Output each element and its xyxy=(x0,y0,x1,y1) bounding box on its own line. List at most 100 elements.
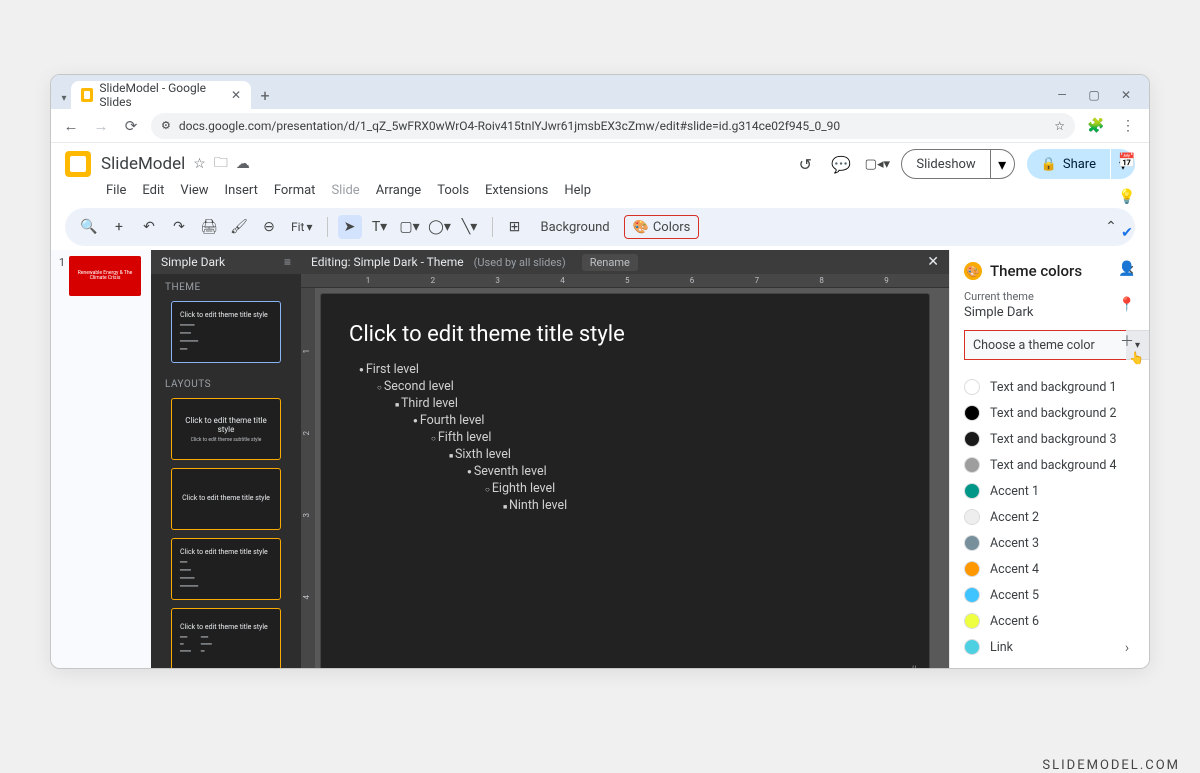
share-button[interactable]: 🔒 Share xyxy=(1027,149,1110,179)
layout-thumb[interactable]: Click to edit theme title style ━━━━━━━━… xyxy=(171,538,281,600)
menu-bar: File Edit View Insert Format Slide Arran… xyxy=(51,181,1149,204)
cloud-status-icon[interactable]: ☁ xyxy=(236,156,250,172)
minimize-icon[interactable]: ― xyxy=(1053,88,1071,102)
keep-icon[interactable]: 💡 xyxy=(1117,187,1137,207)
new-slide-icon[interactable]: + xyxy=(107,215,131,239)
tab-close-icon[interactable]: ✕ xyxy=(231,88,241,102)
add-addon-icon[interactable]: ＋ xyxy=(1117,331,1137,351)
slide-number-placeholder[interactable]: # xyxy=(910,663,917,669)
color-swatch xyxy=(964,535,980,551)
color-swatch xyxy=(964,405,980,421)
hide-side-panel-icon[interactable]: › xyxy=(1117,638,1137,658)
browser-tabstrip: ▾ SlideModel - Google Slides ✕ + ― ▢ ✕ xyxy=(51,75,1149,109)
theme-panel-header: Simple Dark ≡ xyxy=(151,250,301,274)
forward-icon[interactable]: → xyxy=(91,117,111,135)
paint-format-icon[interactable]: 🖌 xyxy=(227,215,251,239)
omnibox[interactable]: ⚙ docs.google.com/presentation/d/1_qZ_5w… xyxy=(151,113,1075,139)
contacts-icon[interactable]: 👤 xyxy=(1117,259,1137,279)
document-title[interactable]: SlideModel xyxy=(101,154,185,174)
color-swatch xyxy=(964,457,980,473)
theme-editor: Editing: Simple Dark - Theme (Used by al… xyxy=(301,250,949,669)
layout-thumb[interactable]: Click to edit theme title style ━━━━━━━━… xyxy=(171,608,281,669)
master-thumb[interactable]: Click to edit theme title style ━━━━━━━━… xyxy=(171,301,281,363)
menu-edit[interactable]: Edit xyxy=(135,181,171,200)
search-menus-icon[interactable]: 🔍 xyxy=(77,215,101,239)
menu-insert[interactable]: Insert xyxy=(218,181,265,200)
toolbar: 🔍 + ↶ ↷ 🖨 🖌 ⊖ Fit ▾ ➤ T▾ ▢▾ ◯▾ ╲▾ ⊞ Back… xyxy=(65,208,1135,246)
colors-button[interactable]: 🎨 Colors xyxy=(624,215,700,239)
close-window-icon[interactable]: ✕ xyxy=(1117,88,1135,102)
theme-panel-menu-icon[interactable]: ≡ xyxy=(284,255,291,269)
undo-icon[interactable]: ↶ xyxy=(137,215,161,239)
image-tool-icon[interactable]: ▢▾ xyxy=(398,215,422,239)
editor-header: Editing: Simple Dark - Theme (Used by al… xyxy=(301,250,949,274)
layout-thumb[interactable]: Click to edit theme title style xyxy=(171,468,281,530)
tab-search-icon[interactable]: ▾ xyxy=(57,87,71,109)
canvas-title[interactable]: Click to edit theme title style xyxy=(349,322,901,347)
maximize-icon[interactable]: ▢ xyxy=(1085,88,1103,102)
maps-icon[interactable]: 📍 xyxy=(1117,295,1137,315)
zoom-dropdown[interactable]: Fit ▾ xyxy=(287,215,317,239)
new-tab-button[interactable]: + xyxy=(251,81,279,109)
site-settings-icon[interactable]: ⚙ xyxy=(161,119,171,132)
menu-arrange[interactable]: Arrange xyxy=(369,181,428,200)
textbox-tool-icon[interactable]: T▾ xyxy=(368,215,392,239)
shape-tool-icon[interactable]: ◯▾ xyxy=(428,215,452,239)
canvas-body-levels[interactable]: First level Second level Third level Fou… xyxy=(349,361,901,514)
calendar-icon[interactable]: 📅 xyxy=(1117,151,1137,171)
print-icon[interactable]: 🖨 xyxy=(197,215,221,239)
background-button[interactable]: Background xyxy=(533,215,618,239)
watermark: SLIDEMODEL.COM xyxy=(1042,758,1180,773)
lock-icon: 🔒 xyxy=(1041,157,1057,172)
zoom-out-icon[interactable]: ⊖ xyxy=(257,215,281,239)
separator xyxy=(492,217,493,237)
meet-icon[interactable]: ▢◂▾ xyxy=(865,152,889,176)
theme-builder-panel: Simple Dark ≡ THEME Click to edit theme … xyxy=(151,250,301,669)
slideshow-button[interactable]: Slideshow xyxy=(901,149,990,179)
close-editor-icon[interactable]: ✕ xyxy=(927,254,939,270)
horizontal-ruler[interactable]: 123456789 xyxy=(301,274,949,288)
history-icon[interactable]: ↺ xyxy=(793,152,817,176)
browser-window: ▾ SlideModel - Google Slides ✕ + ― ▢ ✕ ←… xyxy=(50,74,1150,669)
menu-extensions[interactable]: Extensions xyxy=(478,181,555,200)
layout-thumb[interactable]: Click to edit theme title style Click to… xyxy=(171,398,281,460)
slideshow-options-button[interactable]: ▾ xyxy=(991,149,1015,179)
select-tool-icon[interactable]: ➤ xyxy=(338,215,362,239)
reload-icon[interactable]: ⟳ xyxy=(121,117,141,135)
menu-tools[interactable]: Tools xyxy=(430,181,476,200)
url-text: docs.google.com/presentation/d/1_qZ_5wFR… xyxy=(179,119,1046,133)
browser-menu-icon[interactable]: ⋮ xyxy=(1117,118,1139,134)
separator xyxy=(327,217,328,237)
bookmark-star-icon[interactable]: ☆ xyxy=(1054,119,1065,133)
window-controls: ― ▢ ✕ xyxy=(1053,81,1143,109)
menu-view[interactable]: View xyxy=(173,181,215,200)
move-icon[interactable]: 🗀 xyxy=(214,152,228,176)
vertical-ruler[interactable]: 12345 xyxy=(301,288,315,669)
color-swatch xyxy=(964,431,980,447)
panel-title: Theme colors xyxy=(990,262,1082,280)
slides-logo-icon[interactable] xyxy=(65,151,91,177)
color-swatch xyxy=(964,509,980,525)
menu-file[interactable]: File xyxy=(99,181,133,200)
menu-format[interactable]: Format xyxy=(267,181,323,200)
back-icon[interactable]: ← xyxy=(61,117,81,135)
theme-section-label: THEME xyxy=(151,274,301,297)
rename-button[interactable]: Rename xyxy=(582,254,638,271)
star-icon[interactable]: ☆ xyxy=(193,156,206,172)
color-swatch xyxy=(964,483,980,499)
menu-help[interactable]: Help xyxy=(557,181,598,200)
placeholder-tool-icon[interactable]: ⊞ xyxy=(503,215,527,239)
comments-icon[interactable]: 💬 xyxy=(829,152,853,176)
workspace: 1 Renewable Energy & The Climate Crisis … xyxy=(51,250,1149,669)
share-label: Share xyxy=(1063,157,1096,172)
tasks-icon[interactable]: ✔ xyxy=(1117,223,1137,243)
color-swatch xyxy=(964,613,980,629)
editing-label: Editing: Simple Dark - Theme xyxy=(311,255,464,269)
extensions-icon[interactable]: 🧩 xyxy=(1085,118,1107,134)
redo-icon[interactable]: ↷ xyxy=(167,215,191,239)
browser-tab[interactable]: SlideModel - Google Slides ✕ xyxy=(71,81,251,109)
filmstrip-slide[interactable]: 1 Renewable Energy & The Climate Crisis xyxy=(55,256,147,296)
line-tool-icon[interactable]: ╲▾ xyxy=(458,215,482,239)
slide-canvas[interactable]: Click to edit theme title style First le… xyxy=(321,294,929,669)
color-swatch xyxy=(964,379,980,395)
